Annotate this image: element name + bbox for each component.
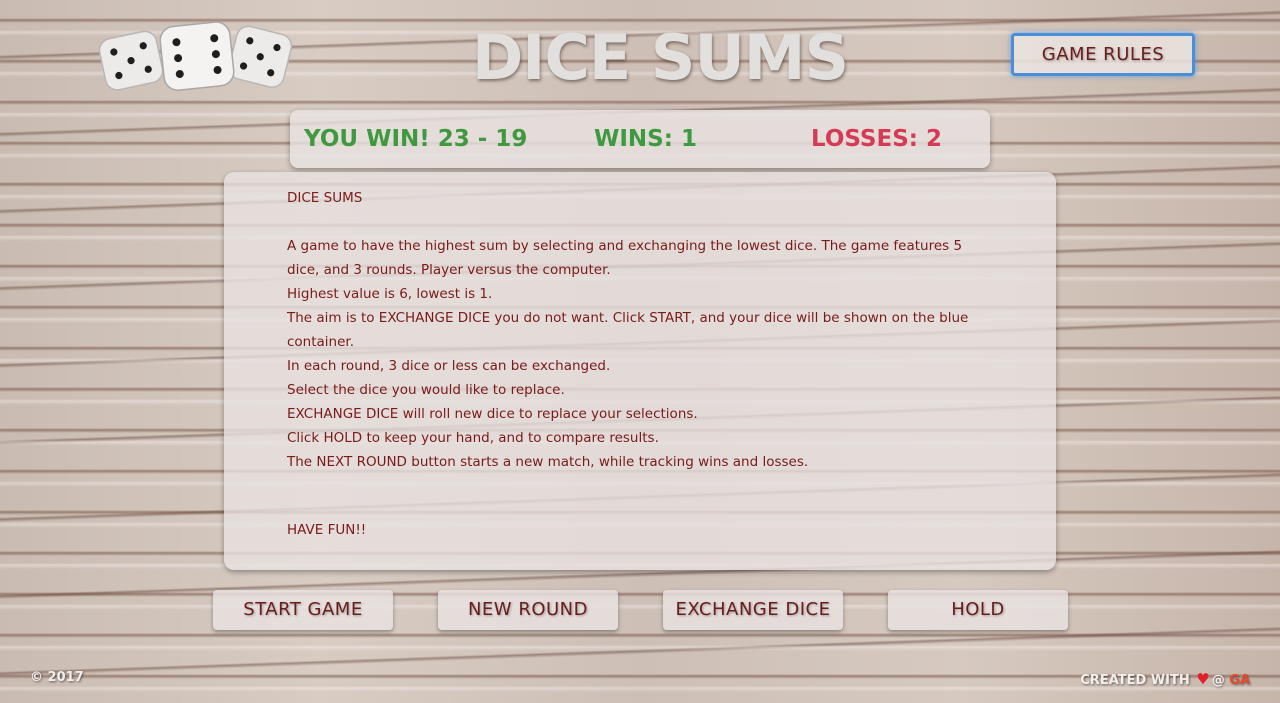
wins-counter: WINS: 1 — [594, 126, 697, 152]
rules-line: EXCHANGE DICE will roll new dice to repl… — [287, 406, 698, 422]
round-result: YOU WIN! 23 - 19 — [304, 126, 528, 152]
rules-heading: DICE SUMS — [287, 190, 363, 206]
exchange-dice-button[interactable]: EXCHANGE DICE — [663, 590, 843, 630]
rules-line: A game to have the highest sum by select… — [287, 238, 963, 278]
scoreboard: YOU WIN! 23 - 19 WINS: 1 LOSSES: 2 — [290, 110, 990, 168]
heart-icon: ♥ — [1196, 670, 1210, 688]
at-symbol: @ — [1211, 673, 1225, 688]
rules-panel: DICE SUMS A game to have the highest sum… — [224, 172, 1056, 570]
new-round-button[interactable]: NEW ROUND — [438, 590, 618, 630]
rules-line: Click HOLD to keep your hand, and to com… — [287, 430, 659, 446]
page-title: DICE SUMS — [471, 21, 849, 94]
copyright-text: © 2017 — [30, 670, 84, 685]
rules-line: Select the dice you would like to replac… — [287, 382, 565, 398]
author-link[interactable]: GA — [1229, 673, 1250, 688]
start-game-button[interactable]: START GAME — [213, 590, 393, 630]
losses-counter: LOSSES: 2 — [811, 126, 942, 152]
rules-line: The NEXT ROUND button starts a new match… — [287, 454, 809, 470]
rules-line: The aim is to EXCHANGE DICE you do not w… — [287, 310, 969, 350]
game-rules-button[interactable]: GAME RULES — [1011, 33, 1195, 76]
hold-button[interactable]: HOLD — [888, 590, 1068, 630]
rules-line: Highest value is 6, lowest is 1. — [287, 286, 493, 302]
dice-icon — [98, 21, 293, 91]
rules-closing: HAVE FUN!! — [287, 522, 367, 538]
credits: CREATED WITH ♥ @ GA — [1080, 670, 1250, 688]
created-with-text: CREATED WITH — [1080, 673, 1190, 688]
rules-line: In each round, 3 dice or less can be exc… — [287, 358, 611, 374]
